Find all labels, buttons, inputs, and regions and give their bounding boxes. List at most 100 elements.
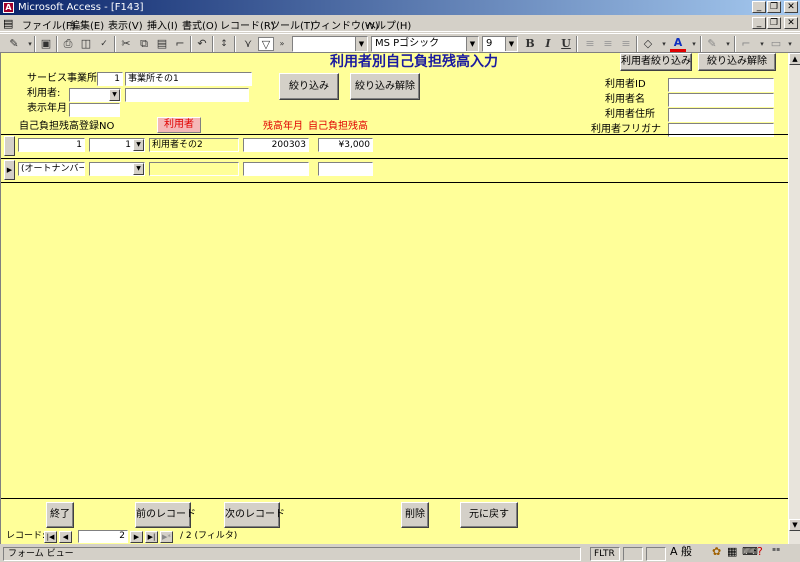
line-color-icon[interactable]: ✎ [704,37,720,51]
month-field[interactable] [69,103,120,117]
cut-icon[interactable]: ✂ [118,37,134,51]
align-right-icon[interactable]: ≡ [618,37,634,51]
user-combo[interactable]: ▼ [69,88,121,102]
vertical-scrollbar[interactable]: ▲ ▼ [788,53,800,545]
menu-view[interactable]: 表示(V) [108,17,143,32]
underline-icon[interactable]: U [558,37,574,51]
new-balance-field[interactable] [318,162,373,176]
border-width-icon[interactable]: ⌐ [738,37,754,51]
user-name-label: 利用者名 [605,94,645,105]
filter-button[interactable]: 絞り込み [279,73,339,100]
sort-icon[interactable]: ↕ [216,37,232,51]
view-icon[interactable]: ✎ [6,37,22,51]
new-month-field[interactable] [243,162,309,176]
undo-icon[interactable]: ↶ [194,37,210,51]
footer-divider [1,498,789,499]
reg-no-field[interactable]: 1 [18,138,85,152]
scroll-up-icon[interactable]: ▲ [789,53,800,65]
menu-file[interactable]: ファイル(F) [22,17,76,32]
mdi-minimize-button[interactable]: _ [752,17,766,29]
menu-format[interactable]: 書式(O) [182,17,218,32]
status-view-text: フォーム ビュー [3,547,581,561]
bold-icon[interactable]: B [522,37,538,51]
row-user-combo[interactable]: 1 ▼ [89,138,145,152]
next-record-icon[interactable]: ▶ [130,531,143,543]
paste-icon[interactable]: ▤ [154,37,170,51]
scroll-down-icon[interactable]: ▼ [789,519,800,531]
align-center-icon[interactable]: ≡ [600,37,616,51]
row-month-field[interactable]: 200303 [243,138,309,152]
menu-help[interactable]: ヘルプ(H) [366,17,411,32]
minimize-button[interactable]: _ [752,1,766,13]
ime-mode-text[interactable]: A 般 [670,546,692,558]
header-divider [1,134,789,135]
window-title: Microsoft Access - [F143] [18,2,144,13]
chevron-down-icon: ▼ [466,37,478,51]
ime-pad-icon[interactable]: ⌨ [742,546,758,558]
undo-button[interactable]: 元に戻す [460,502,518,528]
delete-button[interactable]: 削除 [401,502,429,528]
ime-help-icon[interactable]: ? [757,546,763,558]
chevron-down-icon[interactable]: ▾ [782,37,798,51]
form-menu-icon[interactable]: ▤ [3,17,13,30]
user-label: 利用者: [27,88,61,99]
menu-tools[interactable]: ツール(T) [270,17,314,32]
mdi-restore-button[interactable]: ❐ [767,17,781,29]
save-icon[interactable]: ▣ [38,37,54,51]
italic-icon[interactable]: I [540,37,556,51]
user-id-field[interactable] [668,78,774,92]
close-button[interactable]: ✕ [784,1,798,13]
object-combo[interactable]: ▼ [292,36,368,52]
align-left-icon[interactable]: ≡ [582,37,598,51]
apply-filter-icon[interactable]: ▽ [258,37,274,51]
new-user-name-field[interactable] [149,162,239,176]
last-record-icon[interactable]: ▶| [145,531,158,543]
access-app-icon: A [3,2,14,13]
user-name-field[interactable] [125,88,249,102]
ime-convert-icon[interactable]: ✿ [712,546,721,558]
ime-dictionary-icon[interactable]: ▦ [727,546,737,558]
user-address-label: 利用者住所 [605,109,655,120]
first-record-icon[interactable]: |◀ [44,531,57,543]
new-user-combo[interactable]: ▼ [89,162,145,176]
filter-by-selection-icon[interactable]: ⋎ [240,37,256,51]
next-record-button[interactable]: 次のレコード [224,502,285,528]
maximize-button[interactable]: ❐ [767,1,781,13]
copy-icon[interactable]: ⧉ [136,37,152,51]
exit-button[interactable]: 終了 [46,502,74,528]
menu-insert[interactable]: 挿入(I) [147,17,178,32]
format-painter-icon[interactable]: ⌐ [172,37,188,51]
new-record-icon[interactable]: ▶* [160,531,173,543]
print-icon[interactable]: ⎙ [60,37,76,51]
user-filter-button[interactable]: 利用者絞り込み [620,53,692,71]
more-buttons-icon[interactable]: » [274,37,290,51]
caps-kana-indicator-icon: ▪▪ [772,546,781,553]
row-balance-field[interactable]: ¥3,000 [318,138,373,152]
spelling-icon[interactable]: ✓ [96,37,112,51]
fill-color-icon[interactable]: ◇ [640,37,656,51]
menu-records[interactable]: レコード(R) [220,17,275,32]
record-number-field[interactable]: 2 [78,530,128,543]
print-preview-icon[interactable]: ◫ [78,37,94,51]
prev-record-icon[interactable]: ◀ [59,531,72,543]
service-no-field[interactable]: 1 [97,72,123,86]
user-filter-clear-button[interactable]: 絞り込み解除 [698,53,776,71]
chevron-down-icon: ▼ [133,139,144,151]
filter-clear-button[interactable]: 絞り込み解除 [350,73,420,100]
new-reg-no-field[interactable]: (オートナンバー) [18,162,85,176]
status-empty-1 [623,547,643,561]
font-name-combo[interactable]: MS Pゴシック ▼ [371,36,479,52]
mdi-close-button[interactable]: ✕ [784,17,798,29]
font-color-icon[interactable]: A [670,37,686,52]
month-label: 表示年月 [27,103,67,114]
new-record-selector[interactable]: ▶ [4,160,15,180]
user-name-search-field[interactable] [668,93,774,107]
font-size-combo[interactable]: 9 ▼ [482,36,518,52]
row-user-name-field[interactable]: 利用者その2 [149,138,239,152]
user-address-field[interactable] [668,108,774,122]
prev-record-button[interactable]: 前のレコード [135,502,196,528]
service-name-field[interactable]: 事業所その1 [125,72,252,86]
record-selector[interactable] [4,136,15,156]
col-user-header-button[interactable]: 利用者 [157,117,201,133]
menu-edit[interactable]: 編集(E) [70,17,104,32]
